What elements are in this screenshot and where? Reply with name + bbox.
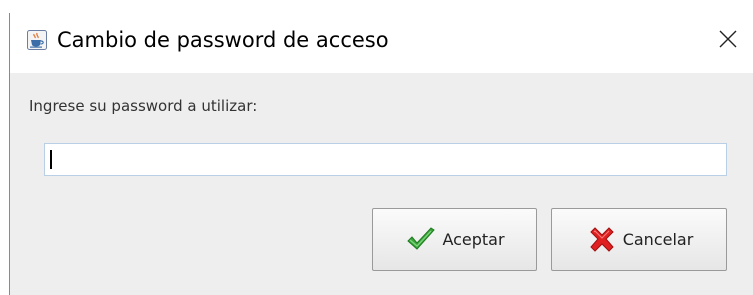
green-check-icon — [404, 223, 438, 257]
close-icon — [719, 30, 737, 52]
red-x-icon — [585, 223, 619, 257]
window-title: Cambio de password de acceso — [57, 28, 389, 52]
java-cup-icon — [27, 30, 47, 50]
text-caret — [50, 150, 52, 169]
accept-button[interactable]: Aceptar — [372, 208, 537, 271]
title-bar[interactable]: Cambio de password de acceso — [10, 13, 753, 73]
cancel-button[interactable]: Cancelar — [551, 208, 727, 271]
dialog-window: Cambio de password de acceso Ingrese su … — [9, 13, 753, 295]
close-button[interactable] — [710, 23, 746, 59]
accept-button-label: Aceptar — [442, 230, 505, 249]
cancel-button-label: Cancelar — [622, 230, 694, 249]
dialog-content: Ingrese su password a utilizar: Aceptar — [10, 73, 753, 295]
password-input[interactable] — [44, 143, 727, 176]
password-prompt-label: Ingrese su password a utilizar: — [29, 97, 258, 115]
